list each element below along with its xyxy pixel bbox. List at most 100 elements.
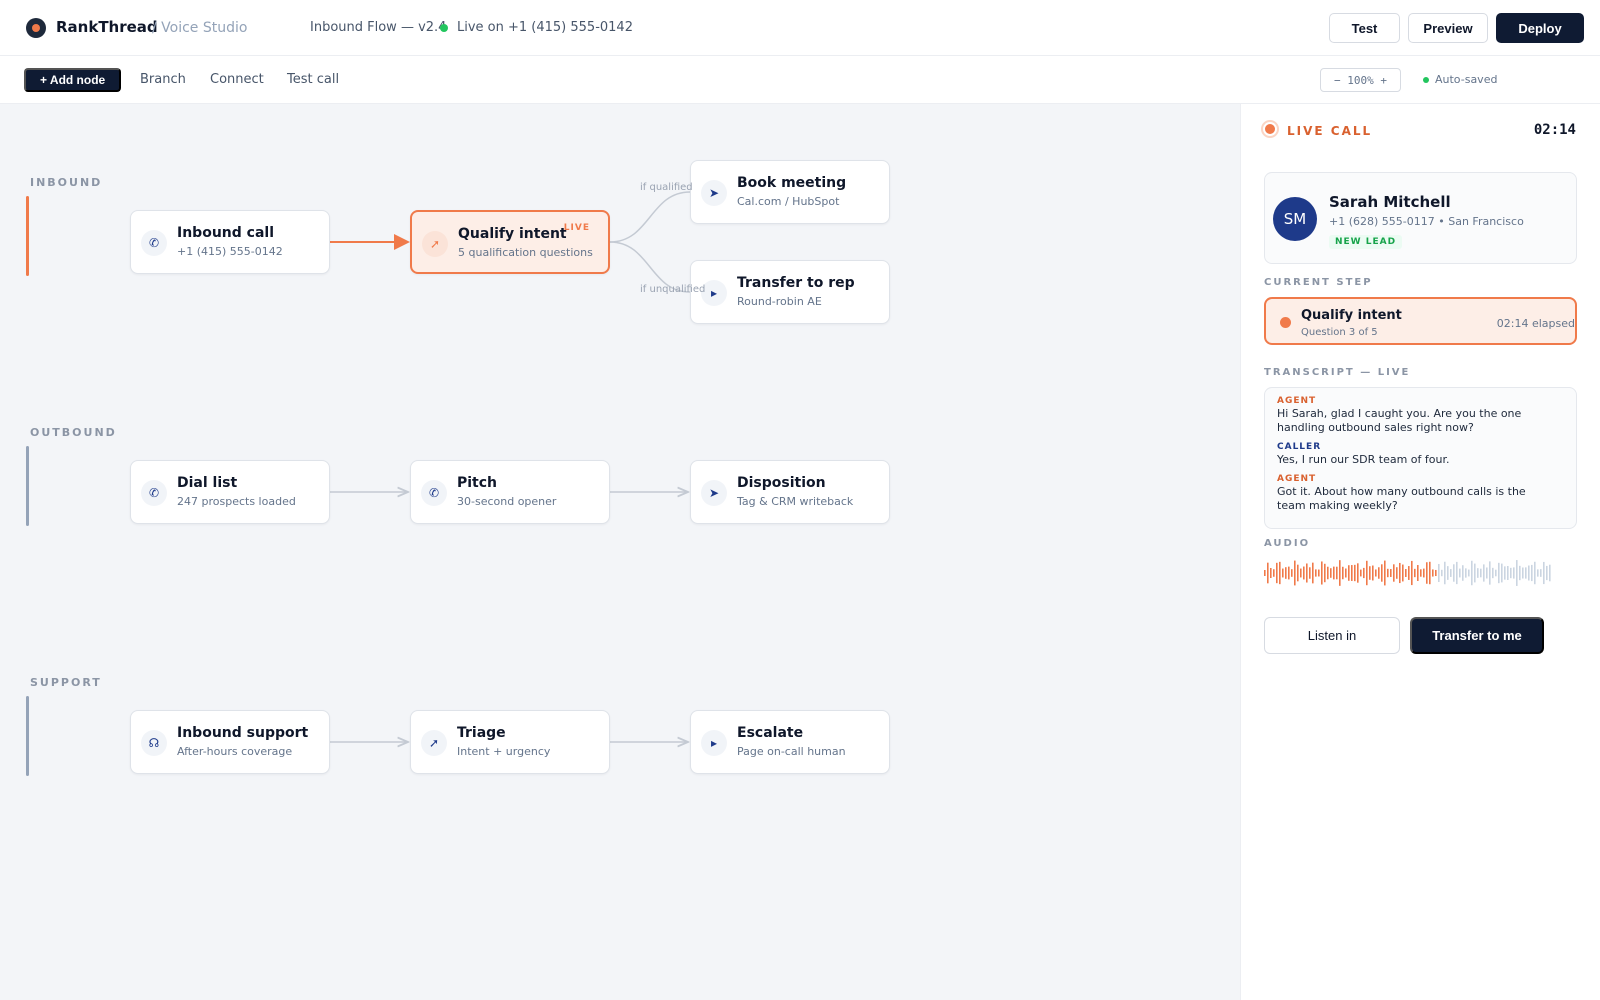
speaker-label: CALLER (1277, 442, 1322, 452)
waveform-bar (1501, 563, 1503, 583)
node-inbound-support[interactable]: ☊ Inbound support After-hours coverage (130, 710, 330, 774)
audio-label: AUDIO (1264, 538, 1311, 549)
waveform-bar (1546, 565, 1548, 581)
node-disposition[interactable]: ➤ Disposition Tag & CRM writeback (690, 460, 890, 524)
lane-bar-support (26, 696, 29, 776)
node-subtitle: Intent + urgency (457, 745, 551, 758)
deploy-button[interactable]: Deploy (1496, 13, 1584, 43)
node-title: Dial list (177, 475, 238, 491)
waveform-bar (1273, 569, 1275, 577)
toolbar: + Add node Branch Connect Test call − 10… (0, 56, 1600, 104)
waveform-bar (1336, 566, 1338, 580)
flow-canvas[interactable]: INBOUND ✆ Inbound call +1 (415) 555-0142… (0, 104, 1240, 1000)
node-escalate[interactable]: ▸ Escalate Page on-call human (690, 710, 890, 774)
transfer-to-me-button[interactable]: Transfer to me (1410, 617, 1544, 654)
waveform-bar (1276, 562, 1278, 584)
transcript-message: CALLER Yes, I run our SDR team of four. (1277, 442, 1527, 467)
node-title: Inbound call (177, 225, 274, 241)
waveform-bar (1315, 569, 1317, 577)
test-call-tool[interactable]: Test call (287, 72, 339, 87)
waveform-bar (1468, 569, 1470, 577)
recording-icon (1261, 120, 1279, 138)
waveform-bar (1408, 566, 1410, 580)
test-button[interactable]: Test (1329, 13, 1400, 43)
waveform-bar (1534, 561, 1536, 585)
node-subtitle: After-hours coverage (177, 745, 293, 758)
connect-tool[interactable]: Connect (210, 72, 264, 87)
waveform-bar (1447, 566, 1449, 580)
waveform-bar (1525, 567, 1527, 579)
waveform-bar (1393, 564, 1395, 582)
waveform-bar (1453, 564, 1455, 582)
waveform-bar (1309, 567, 1311, 579)
node-subtitle: Tag & CRM writeback (737, 495, 854, 508)
waveform-bar (1414, 568, 1416, 578)
lead-status-badge: NEW LEAD (1329, 235, 1403, 249)
current-step-card[interactable]: Qualify intent Question 3 of 5 02:14 ela… (1264, 297, 1577, 345)
branch-tool[interactable]: Branch (140, 72, 186, 87)
lane-label-support: SUPPORT (30, 676, 102, 689)
waveform-bar (1372, 565, 1374, 581)
waveform-bar (1480, 568, 1482, 578)
flow-name[interactable]: Inbound Flow — v2.4 (310, 20, 446, 35)
waveform-bar (1267, 562, 1269, 584)
node-triage[interactable]: ➚ Triage Intent + urgency (410, 710, 610, 774)
waveform-bar (1462, 565, 1464, 581)
logo-icon (26, 18, 46, 38)
branch-label-unqualified: if unqualified (640, 284, 706, 295)
node-title: Pitch (457, 475, 498, 491)
waveform-bar (1540, 569, 1542, 577)
message-text: Yes, I run our SDR team of four. (1277, 453, 1450, 466)
waveform-bar (1354, 564, 1356, 582)
waveform-bar (1465, 568, 1467, 578)
node-inbound-call[interactable]: ✆ Inbound call +1 (415) 555-0142 (130, 210, 330, 274)
speaker-label: AGENT (1277, 396, 1317, 406)
waveform-bar (1528, 565, 1530, 581)
waveform-bar (1375, 569, 1377, 577)
node-subtitle: 30-second opener (457, 495, 557, 508)
caller-card[interactable]: SM Sarah Mitchell +1 (628) 555-0117 • Sa… (1264, 172, 1577, 264)
waveform-bar (1405, 569, 1407, 577)
waveform-bar (1378, 567, 1380, 579)
waveform-bar (1351, 565, 1353, 581)
waveform-bar (1477, 568, 1479, 578)
waveform-bar (1459, 568, 1461, 578)
lane-label-outbound: OUTBOUND (30, 426, 117, 439)
listen-in-button[interactable]: Listen in (1264, 617, 1400, 654)
add-node-button[interactable]: + Add node (24, 68, 122, 92)
node-subtitle: Cal.com / HubSpot (737, 195, 840, 208)
zoom-control[interactable]: − 100% + (1320, 68, 1401, 92)
waveform-bar (1363, 567, 1365, 579)
waveform-bar (1429, 561, 1431, 585)
caller-info: +1 (628) 555-0117 • San Francisco (1329, 215, 1524, 228)
audio-waveform[interactable] (1264, 556, 1554, 590)
waveform-bar (1417, 565, 1419, 581)
brand-subtitle: / Voice Studio (152, 20, 248, 36)
waveform-bar (1495, 569, 1497, 577)
waveform-bar (1441, 569, 1443, 577)
waveform-bar (1339, 560, 1341, 586)
top-bar: RankThread / Voice Studio Inbound Flow —… (0, 0, 1600, 56)
live-number: Live on +1 (415) 555-0142 (457, 20, 633, 35)
waveform-bar (1369, 566, 1371, 580)
node-pitch[interactable]: ✆ Pitch 30-second opener (410, 460, 610, 524)
node-transfer-to-rep[interactable]: ▸ Transfer to rep Round-robin AE (690, 260, 890, 324)
waveform-bar (1444, 561, 1446, 585)
message-text: Got it. About how many outbound calls is… (1277, 485, 1526, 512)
node-qualify-intent[interactable]: ➚ Qualify intent 5 qualification questio… (410, 210, 610, 274)
lane-bar-outbound (26, 446, 29, 526)
waveform-bar (1324, 563, 1326, 583)
preview-button[interactable]: Preview (1408, 13, 1488, 43)
avatar: SM (1273, 197, 1317, 241)
waveform-bar (1384, 560, 1386, 586)
waveform-bar (1342, 566, 1344, 580)
node-book-meeting[interactable]: ➤ Book meeting Cal.com / HubSpot (690, 160, 890, 224)
waveform-bar (1513, 567, 1515, 579)
transcript[interactable]: AGENT Hi Sarah, glad I caught you. Are y… (1264, 387, 1577, 529)
waveform-bar (1327, 566, 1329, 580)
node-title: Inbound support (177, 725, 309, 741)
waveform-bar (1390, 569, 1392, 577)
node-dial-list[interactable]: ✆ Dial list 247 prospects loaded (130, 460, 330, 524)
waveform-bar (1366, 560, 1368, 586)
waveform-bar (1531, 564, 1533, 582)
